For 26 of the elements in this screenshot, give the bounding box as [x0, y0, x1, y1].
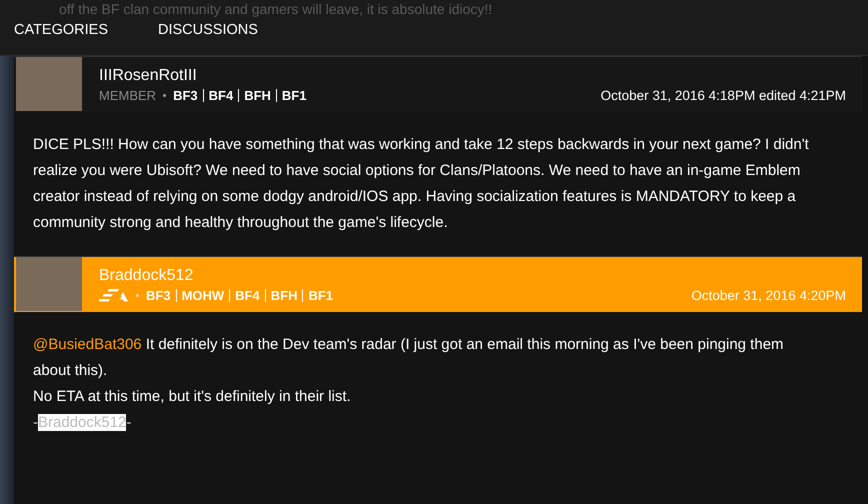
author-name[interactable]: IIIRosenRotIII	[99, 66, 197, 84]
post-date: October 31, 2016 4:18PM edited 4:21PM	[600, 88, 846, 102]
faded-post-text: off the BF clan community and gamers will leave, it is absolute idiocy!!	[58, 0, 494, 19]
signature: -Braddock512-	[33, 413, 132, 433]
mention-link[interactable]: @BusiedBat306	[33, 336, 142, 353]
game-tag: BF4	[229, 288, 265, 302]
member-role: MEMBER	[99, 88, 156, 102]
separator-dot-icon	[136, 294, 139, 296]
avatar-placeholder	[16, 57, 82, 111]
post-text: @BusiedBat306 It definitely is on the Dev team's radar (I just got an email this morning as I've been pinging them about this).	[33, 335, 785, 381]
nav-link[interactable]: CATEGORIES	[14, 22, 158, 38]
separator-dot-icon	[163, 94, 166, 96]
nav-link[interactable]: DISCUSSIONS	[158, 22, 302, 38]
game-tag: BF1	[276, 88, 312, 102]
post-date: October 31, 2016 4:20PM	[691, 288, 846, 302]
ea-logo-icon	[99, 288, 129, 302]
game-tag: BF1	[302, 288, 338, 302]
game-tag: BFH	[264, 288, 302, 302]
post-text: No ETA at this time, but it's definitely in their list.	[33, 387, 352, 407]
post-text: DICE PLS!!! How can you have something that was working and take 12 steps backwards in your next game? I didn't realize you were Ubisoft? We need to have social options for Clans/Platoons. We need to have an in-game Emblem creator instead of relying on some dodgy android/IOS app. Having socialization features is MANDATORY to keep a community strong and healthy throughout the game's lifecycle.	[33, 135, 810, 233]
game-tag: BFH	[238, 88, 276, 102]
avatar-placeholder	[16, 257, 82, 311]
game-tag: BF3	[173, 88, 203, 102]
game-tag: MOHW	[176, 288, 230, 302]
game-tag: BF4	[202, 88, 238, 102]
game-tag: BF3	[146, 288, 176, 302]
